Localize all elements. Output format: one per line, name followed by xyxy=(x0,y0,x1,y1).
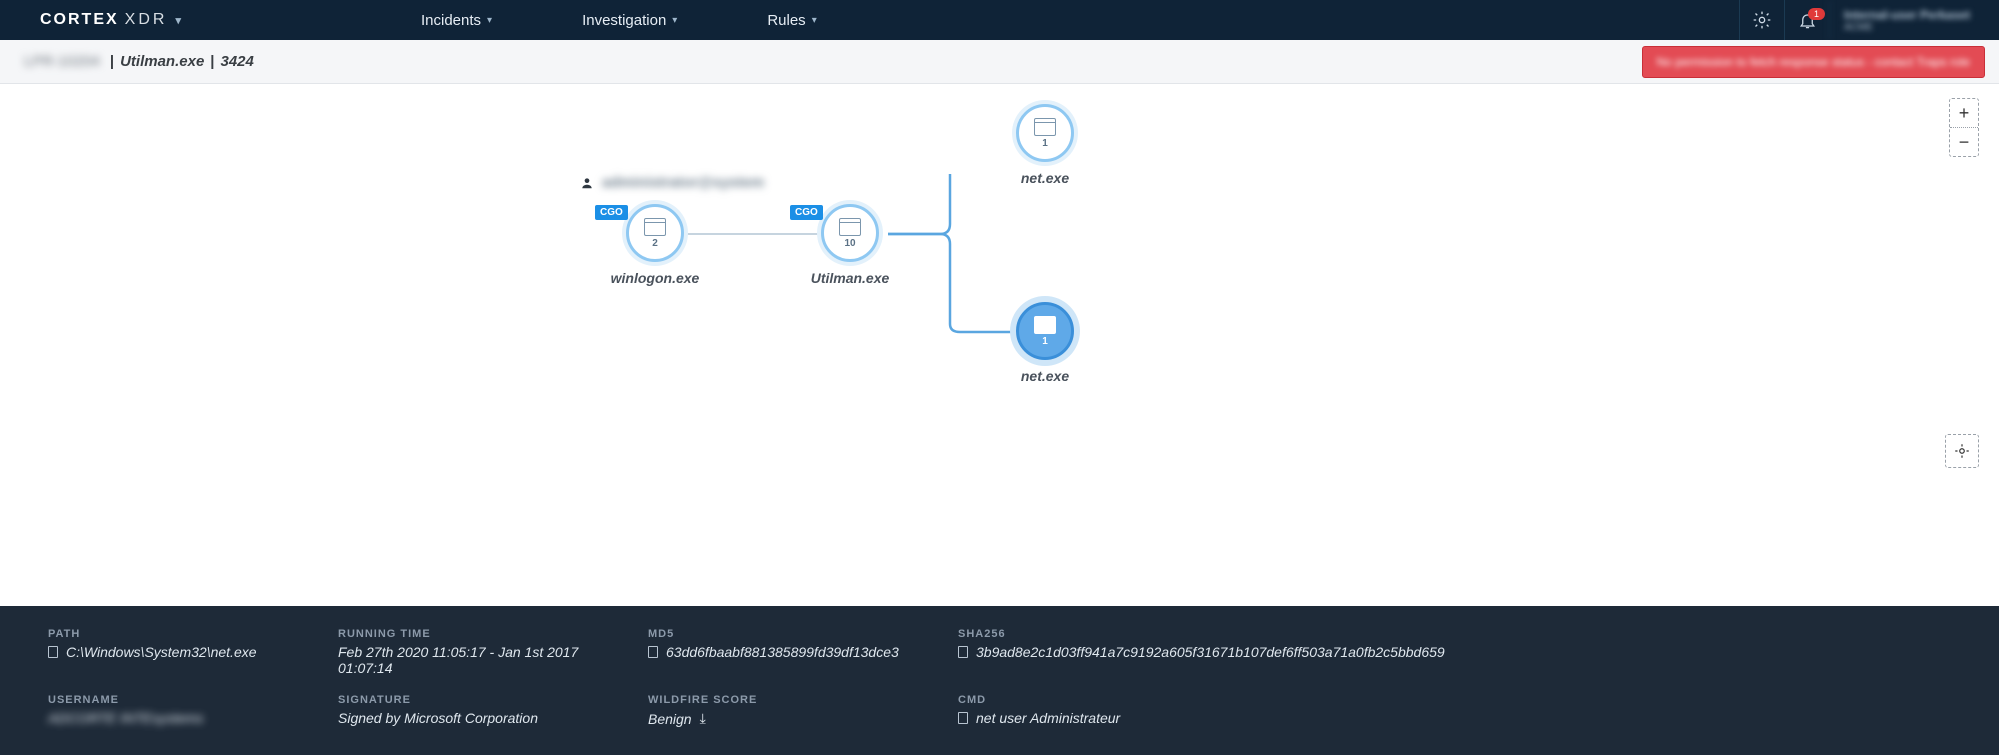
zoom-controls: + − xyxy=(1949,98,1979,157)
warning-banner: No permission to fetch response status -… xyxy=(1642,46,1985,78)
value-cmd[interactable]: net user Administrateur xyxy=(958,710,1931,726)
copy-icon[interactable] xyxy=(958,712,968,724)
node-label: winlogon.exe xyxy=(611,270,700,286)
nav-right: 1 Internal-user Perkaset ACME xyxy=(1739,0,1999,40)
breadcrumb-host: LPR-10204 xyxy=(24,53,100,70)
process-node-icon: 1 xyxy=(1016,104,1074,162)
tree-node-utilman[interactable]: CGO 10 Utilman.exe xyxy=(805,204,895,286)
nav-item-rules[interactable]: Rules ▾ xyxy=(767,12,816,29)
notif-badge: 1 xyxy=(1808,8,1825,20)
zoom-in-button[interactable]: + xyxy=(1950,99,1978,127)
breadcrumb-process: Utilman.exe xyxy=(120,53,204,70)
copy-icon[interactable] xyxy=(958,646,968,658)
brand-logo[interactable]: CORTEX XDR ▾ xyxy=(0,11,201,29)
value-path[interactable]: C:\Windows\System32\net.exe xyxy=(48,644,318,660)
field-wildfire: WILDFIRE SCORE Benign ⤓ xyxy=(648,694,958,727)
user-menu[interactable]: Internal-user Perkaset ACME xyxy=(1829,0,1999,40)
brand-dropdown-icon[interactable]: ▾ xyxy=(175,14,183,27)
zoom-out-button[interactable]: − xyxy=(1950,128,1978,156)
node-label: Utilman.exe xyxy=(811,270,890,286)
nav-item-incidents[interactable]: Incidents ▾ xyxy=(421,12,492,29)
tree-node-net-2[interactable]: 1 net.exe xyxy=(1000,302,1090,384)
process-node-icon: CGO 10 xyxy=(821,204,879,262)
tree-user-label: administrator@system xyxy=(580,174,764,191)
notifications-button[interactable]: 1 xyxy=(1784,0,1829,40)
chevron-down-icon: ▾ xyxy=(812,15,817,26)
download-icon[interactable]: ⤓ xyxy=(700,710,706,727)
breadcrumb: LPR-10204 | Utilman.exe | 3424 No permis… xyxy=(0,40,1999,84)
field-cmd: CMD net user Administrateur xyxy=(958,694,1951,727)
node-count: 10 xyxy=(844,238,855,249)
recenter-button[interactable] xyxy=(1945,434,1979,468)
value-md5[interactable]: 63dd6fbaabf881385899fd39df13dce3 xyxy=(648,644,938,660)
process-tree-canvas[interactable]: + − administrator@system CGO 2 xyxy=(0,84,1999,454)
chevron-down-icon: ▾ xyxy=(487,15,492,26)
details-panel: PATH C:\Windows\System32\net.exe RUNNING… xyxy=(0,606,1999,755)
window-icon xyxy=(839,218,861,236)
crosshair-icon xyxy=(1953,442,1971,460)
window-icon xyxy=(1034,118,1056,136)
top-nav: CORTEX XDR ▾ Incidents ▾ Investigation ▾… xyxy=(0,0,1999,40)
copy-icon[interactable] xyxy=(48,646,58,658)
nav-item-investigation[interactable]: Investigation ▾ xyxy=(582,12,677,29)
field-path: PATH C:\Windows\System32\net.exe xyxy=(48,628,338,676)
window-icon xyxy=(644,218,666,236)
nav-items: Incidents ▾ Investigation ▾ Rules ▾ xyxy=(421,12,817,29)
value-sha256[interactable]: 3b9ad8e2c1d03ff941a7c9192a605f31671b107d… xyxy=(958,644,1931,660)
node-tag-cgo: CGO xyxy=(790,205,823,220)
copy-icon[interactable] xyxy=(648,646,658,658)
brand-sub: XDR xyxy=(125,11,168,29)
field-signature: SIGNATURE Signed by Microsoft Corporatio… xyxy=(338,694,648,727)
user-icon xyxy=(580,176,594,190)
field-running-time: RUNNING TIME Feb 27th 2020 11:05:17 - Ja… xyxy=(338,628,648,676)
tree-node-net-1[interactable]: 1 net.exe xyxy=(1000,104,1090,186)
settings-button[interactable] xyxy=(1739,0,1784,40)
node-count: 1 xyxy=(1042,138,1048,149)
process-node-icon: 1 xyxy=(1016,302,1074,360)
node-count: 2 xyxy=(652,238,658,249)
window-icon xyxy=(1034,316,1056,334)
node-label: net.exe xyxy=(1021,368,1069,384)
gear-icon xyxy=(1752,10,1772,30)
tree-node-winlogon[interactable]: CGO 2 winlogon.exe xyxy=(610,204,700,286)
field-md5: MD5 63dd6fbaabf881385899fd39df13dce3 xyxy=(648,628,958,676)
brand-main: CORTEX xyxy=(40,11,119,29)
node-tag-cgo: CGO xyxy=(595,205,628,220)
field-username: USERNAME ADCORTE INTEsystems xyxy=(48,694,338,727)
node-count: 1 xyxy=(1042,336,1048,347)
breadcrumb-pid: 3424 xyxy=(221,53,254,70)
process-node-icon: CGO 2 xyxy=(626,204,684,262)
field-sha256: SHA256 3b9ad8e2c1d03ff941a7c9192a605f316… xyxy=(958,628,1951,676)
chevron-down-icon: ▾ xyxy=(672,15,677,26)
node-label: net.exe xyxy=(1021,170,1069,186)
